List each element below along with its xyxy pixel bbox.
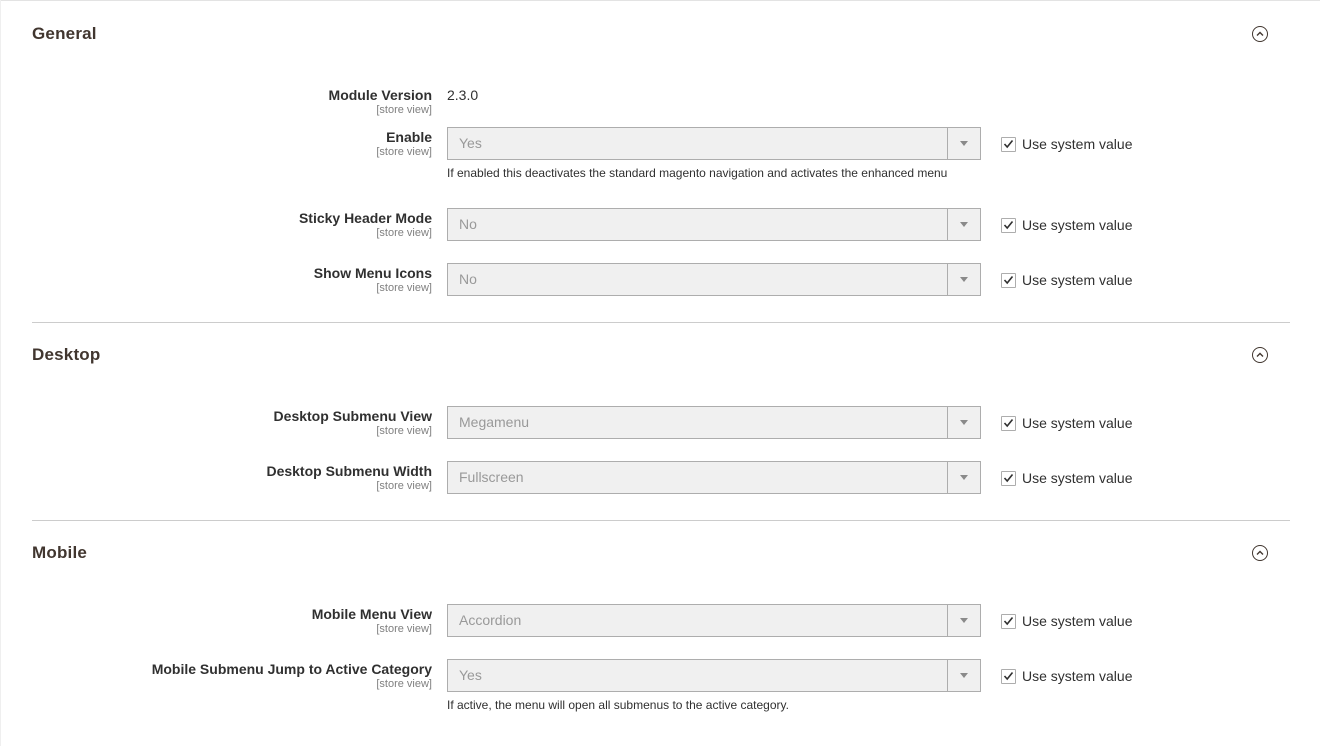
dropdown-arrow-icon — [947, 462, 980, 493]
scope-label: [store view] — [376, 678, 432, 690]
use-system-value-checkbox[interactable] — [1001, 272, 1016, 288]
collapse-mobile-button[interactable] — [1252, 545, 1268, 561]
collapse-desktop-button[interactable] — [1252, 347, 1268, 363]
mobile-submenu-jump-select-value: Yes — [459, 667, 482, 683]
checkmark-icon — [1003, 275, 1014, 285]
mobile-menu-view-select[interactable]: Accordion — [447, 604, 981, 637]
top-border — [0, 0, 1320, 1]
use-system-value-label: Use system value — [1022, 470, 1133, 486]
use-system-value-checkbox[interactable] — [1001, 470, 1016, 486]
collapse-general-button[interactable] — [1252, 26, 1268, 42]
mobile-submenu-jump-note: If active, the menu will open all submen… — [447, 698, 789, 712]
dropdown-arrow-icon — [947, 605, 980, 636]
label-module-version: Module Version — [328, 87, 432, 103]
chevron-up-icon — [1256, 550, 1264, 555]
field-label: Desktop Submenu Width [store view] — [266, 463, 432, 492]
label-show-menu-icons: Show Menu Icons — [313, 265, 432, 281]
field-label: Show Menu Icons [store view] — [314, 265, 432, 294]
dropdown-arrow-icon — [947, 407, 980, 438]
enable-note: If enabled this deactivates the standard… — [447, 166, 948, 180]
use-system-value-checkbox[interactable] — [1001, 217, 1016, 233]
dropdown-arrow-icon — [947, 209, 980, 240]
use-system-value-checkbox[interactable] — [1001, 415, 1016, 431]
checkmark-icon — [1003, 616, 1014, 626]
label-desktop-submenu-view: Desktop Submenu View — [273, 408, 432, 424]
label-mobile-menu-view: Mobile Menu View — [311, 606, 432, 622]
section-title-mobile: Mobile — [32, 543, 88, 562]
label-mobile-submenu-jump: Mobile Submenu Jump to Active Category — [151, 661, 432, 677]
scope-label: [store view] — [376, 146, 432, 158]
mobile-menu-view-use-system-value[interactable]: Use system value — [1001, 613, 1132, 629]
dropdown-arrow-icon — [947, 660, 980, 691]
label-sticky-header-mode: Sticky Header Mode — [298, 210, 432, 226]
section-divider — [32, 520, 1290, 521]
scope-label: [store view] — [376, 227, 432, 239]
checkmark-icon — [1003, 220, 1014, 230]
use-system-value-label: Use system value — [1022, 136, 1133, 152]
left-border — [0, 0, 1, 746]
enable-select-value: Yes — [459, 135, 482, 151]
desktop-submenu-width-select[interactable]: Fullscreen — [447, 461, 981, 494]
scope-label: [store view] — [376, 480, 432, 492]
label-desktop-submenu-width: Desktop Submenu Width — [266, 463, 432, 479]
field-label: Desktop Submenu View [store view] — [274, 408, 432, 437]
use-system-value-label: Use system value — [1022, 613, 1133, 629]
checkmark-icon — [1003, 139, 1014, 149]
mobile-submenu-jump-use-system-value[interactable]: Use system value — [1001, 668, 1132, 684]
show-menu-icons-select-value: No — [459, 271, 477, 287]
label-enable: Enable — [386, 129, 432, 145]
checkmark-icon — [1003, 671, 1014, 681]
sticky-header-mode-use-system-value[interactable]: Use system value — [1001, 217, 1132, 233]
desktop-submenu-width-use-system-value[interactable]: Use system value — [1001, 470, 1132, 486]
show-menu-icons-select[interactable]: No — [447, 263, 981, 296]
use-system-value-label: Use system value — [1022, 668, 1133, 684]
section-title-desktop: Desktop — [32, 345, 101, 364]
use-system-value-checkbox[interactable] — [1001, 668, 1016, 684]
checkmark-icon — [1003, 473, 1014, 483]
field-label: Mobile Menu View [store view] — [312, 606, 432, 635]
module-version-value: 2.3.0 — [447, 87, 479, 103]
use-system-value-checkbox[interactable] — [1001, 136, 1016, 152]
field-label: Module Version [store view] — [329, 87, 432, 116]
use-system-value-label: Use system value — [1022, 415, 1133, 431]
chevron-up-icon — [1256, 352, 1264, 357]
dropdown-arrow-icon — [947, 264, 980, 295]
field-label: Sticky Header Mode [store view] — [299, 210, 432, 239]
enable-select[interactable]: Yes — [447, 127, 981, 160]
scope-label: [store view] — [376, 425, 432, 437]
use-system-value-label: Use system value — [1022, 217, 1133, 233]
show-menu-icons-use-system-value[interactable]: Use system value — [1001, 272, 1132, 288]
scope-label: [store view] — [376, 623, 432, 635]
section-divider — [32, 322, 1290, 323]
checkmark-icon — [1003, 418, 1014, 428]
scope-label: [store view] — [376, 104, 432, 116]
desktop-submenu-width-select-value: Fullscreen — [459, 469, 524, 485]
chevron-up-icon — [1256, 31, 1264, 36]
sticky-header-mode-select-value: No — [459, 216, 477, 232]
section-title-general: General — [32, 24, 97, 43]
sticky-header-mode-select[interactable]: No — [447, 208, 981, 241]
mobile-menu-view-select-value: Accordion — [459, 612, 522, 628]
enable-use-system-value[interactable]: Use system value — [1001, 136, 1132, 152]
mobile-submenu-jump-select[interactable]: Yes — [447, 659, 981, 692]
desktop-submenu-view-select-value: Megamenu — [459, 414, 530, 430]
use-system-value-checkbox[interactable] — [1001, 613, 1016, 629]
desktop-submenu-view-use-system-value[interactable]: Use system value — [1001, 415, 1132, 431]
field-label: Enable [store view] — [376, 129, 432, 158]
use-system-value-label: Use system value — [1022, 272, 1133, 288]
dropdown-arrow-icon — [947, 128, 980, 159]
field-label: Mobile Submenu Jump to Active Category [… — [152, 661, 432, 690]
scope-label: [store view] — [376, 282, 432, 294]
desktop-submenu-view-select[interactable]: Megamenu — [447, 406, 981, 439]
